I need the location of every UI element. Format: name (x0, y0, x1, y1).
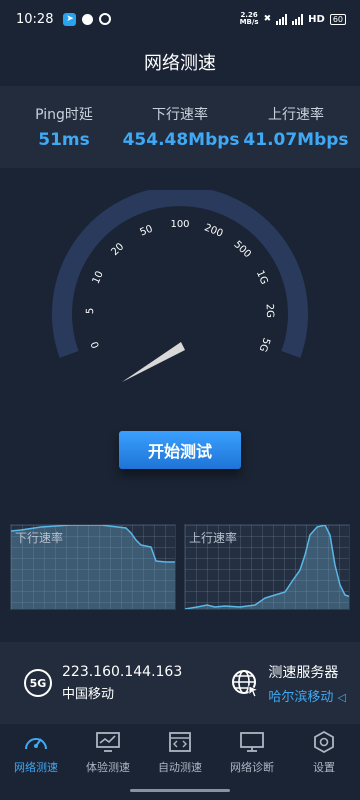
gauge-tick-label: 5G (257, 336, 272, 353)
signal-icon (276, 13, 288, 25)
status-bar: 10:28 ➤ 2.26 MB/s ✖ HD 60 (0, 0, 360, 38)
network-type-label: HD (308, 13, 325, 25)
ip-block: 223.160.144.163 中国移动 (62, 664, 182, 702)
gauge-tick-label: 20 (109, 241, 126, 258)
gauge-ticks: 0 5 1020 50 100 200 5001G 2G 5G (85, 219, 275, 353)
status-time: 10:28 (16, 11, 54, 27)
mute-icon: ✖ (263, 14, 272, 24)
gauge-tick-label: 0 (90, 340, 103, 350)
speedometer-icon (25, 738, 47, 750)
page-title: 网络测速 (144, 53, 216, 74)
gauge-tick-label: 5 (85, 308, 96, 315)
signal-icon-2 (292, 13, 304, 25)
gauge-tick-label: 50 (139, 224, 155, 239)
bottom-navigation: 网络测速 体验测速 自动测速 网络诊断 设置 (0, 724, 360, 782)
telegram-icon: ➤ (63, 12, 77, 26)
gauge-tick-label: 500 (231, 239, 252, 260)
gauge-tick-label: 2G (264, 304, 275, 319)
speed-charts: 下行速率 上行速率 (10, 524, 350, 610)
download-chart: 下行速率 (10, 524, 176, 610)
metric-label: 下行速率 (151, 107, 208, 123)
start-test-button[interactable]: 开始测试 (119, 431, 241, 469)
server-title: 测速服务器 (268, 664, 339, 681)
home-indicator (130, 789, 230, 792)
nav-item-diagnosis[interactable]: 网络诊断 (216, 731, 288, 775)
globe-icon (232, 670, 260, 698)
notification-dot-icon (82, 13, 94, 25)
nav-label: 自动测速 (158, 761, 202, 774)
chevron-left-icon: ◁ (337, 690, 346, 704)
network-speed-indicator: 2.26 MB/s (239, 11, 259, 26)
page-title-bar: 网络测速 (0, 38, 360, 86)
gauge-tick-label: 1G (254, 269, 270, 286)
upload-chart-label: 上行速率 (189, 531, 238, 545)
network-info-bar: 5G 223.160.144.163 中国移动 测速服务器 哈尔滨移动 ◁ (0, 642, 360, 724)
nav-item-experience-test[interactable]: 体验测速 (72, 731, 144, 775)
upload-chart: 上行速率 (184, 524, 350, 610)
nav-item-auto-test[interactable]: 自动测速 (144, 731, 216, 775)
gauge-needle (122, 342, 185, 382)
metrics-panel: Ping时延 51ms 下行速率 454.48Mbps 上行速率 41.07Mb… (0, 86, 360, 168)
network-5g-badge: 5G (24, 669, 52, 697)
isp-name: 中国移动 (62, 687, 115, 702)
server-city: 哈尔滨移动 (268, 689, 334, 705)
gauge-tick-label: 200 (203, 222, 225, 239)
code-window-icon (169, 732, 191, 752)
gauge-tick-label: 10 (91, 270, 106, 286)
nav-item-speed-test[interactable]: 网络测速 (0, 731, 72, 775)
server-selector[interactable]: 测速服务器 哈尔滨移动 ◁ (230, 662, 346, 705)
nav-label: 网络测速 (14, 761, 58, 774)
metric-value: 454.48Mbps (122, 130, 240, 150)
app-notification-icon (99, 13, 112, 25)
metric-ping: Ping时延 51ms (7, 104, 122, 150)
metric-label: Ping时延 (35, 107, 93, 123)
battery-icon: 60 (329, 13, 346, 25)
speed-gauge: 0 5 1020 50 100 200 5001G 2G 5G (52, 190, 308, 382)
metric-download: 下行速率 454.48Mbps (122, 104, 240, 150)
server-city-link[interactable]: 哈尔滨移动 ◁ (268, 686, 346, 705)
hexagon-gear-icon (314, 731, 334, 753)
metric-value: 51ms (38, 130, 90, 150)
gauge-tick-label: 100 (170, 219, 189, 230)
nav-label: 网络诊断 (230, 761, 274, 774)
nav-label: 体验测速 (86, 761, 130, 774)
metric-label: 上行速率 (267, 107, 324, 123)
metric-upload: 上行速率 41.07Mbps (239, 104, 354, 150)
monitor-chart-icon (96, 732, 120, 752)
gauge-needle-pointer (122, 342, 185, 382)
download-chart-label: 下行速率 (15, 531, 64, 545)
ip-address: 223.160.144.163 (62, 664, 183, 680)
metric-value: 41.07Mbps (243, 130, 349, 150)
nav-item-settings[interactable]: 设置 (288, 731, 360, 775)
nav-label: 设置 (313, 761, 335, 774)
desktop-icon (240, 732, 264, 752)
